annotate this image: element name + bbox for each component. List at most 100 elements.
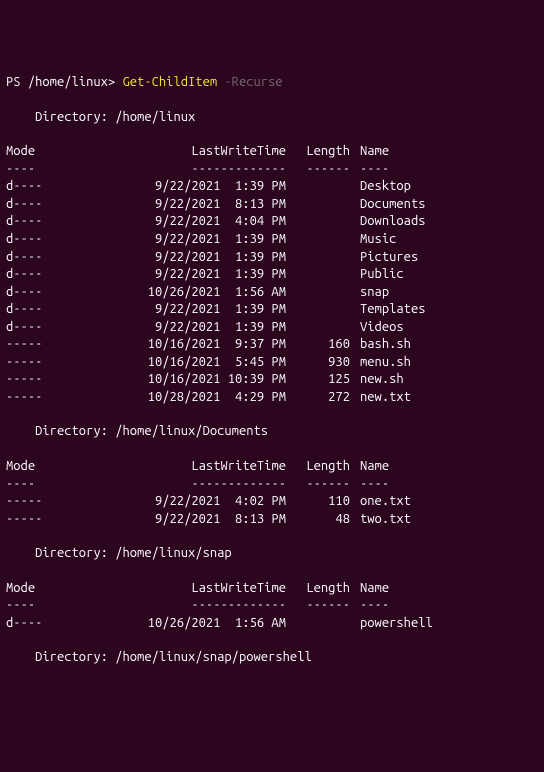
file-row: ----- 10/28/2021 4:29 PM272 new.txt: [6, 389, 538, 407]
file-name: Desktop: [360, 178, 411, 196]
file-row: d---- 9/22/2021 1:39 PM Videos: [6, 319, 538, 337]
file-mode: d----: [6, 301, 110, 319]
header-mode: Mode: [6, 458, 110, 476]
file-row: d---- 9/22/2021 8:13 PM Documents: [6, 196, 538, 214]
file-lastwritetime: 9/22/2021 1:39 PM: [110, 301, 286, 319]
file-lastwritetime: 10/16/2021 9:37 PM: [110, 336, 286, 354]
file-length: 110: [286, 493, 350, 511]
directory-label: Directory:: [6, 109, 115, 127]
prompt-line: PS /home/linux> Get-ChildItem -Recurse: [6, 74, 538, 92]
header-length: Length: [286, 458, 350, 476]
file-row: ----- 9/22/2021 4:02 PM110 one.txt: [6, 493, 538, 511]
file-name: Pictures: [360, 249, 418, 267]
file-length: 48: [286, 511, 350, 529]
directory-path: /home/linux/snap: [115, 546, 231, 560]
file-row: ----- 10/16/2021 10:39 PM125 new.sh: [6, 371, 538, 389]
header-lastwritetime: LastWriteTime: [110, 143, 286, 161]
file-lastwritetime: 10/28/2021 4:29 PM: [110, 389, 286, 407]
file-name: bash.sh: [360, 336, 411, 354]
file-length: 930: [286, 354, 350, 372]
file-lastwritetime: 9/22/2021 4:04 PM: [110, 213, 286, 231]
file-lastwritetime: 10/16/2021 5:45 PM: [110, 354, 286, 372]
header-mode: Mode: [6, 580, 110, 598]
file-lastwritetime: 10/16/2021 10:39 PM: [110, 371, 286, 389]
file-mode: d----: [6, 178, 110, 196]
file-row: d---- 9/22/2021 1:39 PM Pictures: [6, 249, 538, 267]
file-name: Templates: [360, 301, 426, 319]
file-name: powershell: [360, 615, 433, 633]
file-mode: d----: [6, 231, 110, 249]
header-name: Name: [360, 458, 389, 476]
file-row: d---- 9/22/2021 1:39 PM Desktop: [6, 178, 538, 196]
file-lastwritetime: 9/22/2021 1:39 PM: [110, 266, 286, 284]
file-lastwritetime: 9/22/2021 4:02 PM: [110, 493, 286, 511]
file-name: one.txt: [360, 493, 411, 511]
file-row: ----- 10/16/2021 9:37 PM160 bash.sh: [6, 336, 538, 354]
column-underlines: ----------------------- ----: [6, 476, 538, 494]
file-mode: d----: [6, 284, 110, 302]
file-lastwritetime: 9/22/2021 8:13 PM: [110, 196, 286, 214]
file-lastwritetime: 9/22/2021 1:39 PM: [110, 231, 286, 249]
file-mode: -----: [6, 511, 110, 529]
file-row: ----- 9/22/2021 8:13 PM48 two.txt: [6, 511, 538, 529]
column-headers: ModeLastWriteTimeLength Name: [6, 580, 538, 598]
directory-path: /home/linux/Documents: [115, 424, 268, 438]
file-mode: d----: [6, 266, 110, 284]
file-mode: d----: [6, 249, 110, 267]
directory-path: /home/linux/snap/powershell: [115, 650, 312, 664]
column-headers: ModeLastWriteTimeLength Name: [6, 143, 538, 161]
file-mode: -----: [6, 371, 110, 389]
file-mode: d----: [6, 213, 110, 231]
file-name: Music: [360, 231, 396, 249]
command-arg: -Recurse: [224, 75, 282, 89]
file-lastwritetime: 10/26/2021 1:56 AM: [110, 615, 286, 633]
file-lastwritetime: 10/26/2021 1:56 AM: [110, 284, 286, 302]
file-length: 272: [286, 389, 350, 407]
file-mode: -----: [6, 389, 110, 407]
file-lastwritetime: 9/22/2021 8:13 PM: [110, 511, 286, 529]
file-mode: -----: [6, 354, 110, 372]
file-row: d---- 10/26/2021 1:56 AM powershell: [6, 615, 538, 633]
file-lastwritetime: 9/22/2021 1:39 PM: [110, 319, 286, 337]
file-mode: -----: [6, 336, 110, 354]
prompt-ps: PS: [6, 75, 28, 89]
directory-line: Directory: /home/linux/snap/powershell: [6, 649, 538, 667]
file-row: ----- 10/16/2021 5:45 PM930 menu.sh: [6, 354, 538, 372]
directory-line: Directory: /home/linux: [6, 109, 538, 127]
file-mode: d----: [6, 615, 110, 633]
file-name: two.txt: [360, 511, 411, 529]
terminal-output[interactable]: PS /home/linux> Get-ChildItem -Recurse D…: [6, 74, 538, 684]
directory-line: Directory: /home/linux/Documents: [6, 423, 538, 441]
file-name: Downloads: [360, 213, 426, 231]
header-length: Length: [286, 143, 350, 161]
command: Get-ChildItem: [122, 75, 224, 89]
file-row: d---- 10/26/2021 1:56 AM snap: [6, 284, 538, 302]
header-name: Name: [360, 143, 389, 161]
column-underlines: ----------------------- ----: [6, 597, 538, 615]
directory-label: Directory:: [6, 423, 115, 441]
file-mode: -----: [6, 493, 110, 511]
column-headers: ModeLastWriteTimeLength Name: [6, 458, 538, 476]
file-name: Documents: [360, 196, 426, 214]
file-row: d---- 9/22/2021 1:39 PM Public: [6, 266, 538, 284]
header-name: Name: [360, 580, 389, 598]
header-length: Length: [286, 580, 350, 598]
file-row: d---- 9/22/2021 4:04 PM Downloads: [6, 213, 538, 231]
prompt-path: /home/linux>: [28, 75, 123, 89]
column-underlines: ----------------------- ----: [6, 161, 538, 179]
file-mode: d----: [6, 319, 110, 337]
file-length: 160: [286, 336, 350, 354]
directory-label: Directory:: [6, 649, 115, 667]
directory-path: /home/linux: [115, 110, 195, 124]
file-lastwritetime: 9/22/2021 1:39 PM: [110, 249, 286, 267]
file-row: d---- 9/22/2021 1:39 PM Music: [6, 231, 538, 249]
file-name: snap: [360, 284, 389, 302]
header-mode: Mode: [6, 143, 110, 161]
file-mode: d----: [6, 196, 110, 214]
header-lastwritetime: LastWriteTime: [110, 580, 286, 598]
file-name: Public: [360, 266, 404, 284]
file-name: menu.sh: [360, 354, 411, 372]
directory-line: Directory: /home/linux/snap: [6, 545, 538, 563]
file-name: Videos: [360, 319, 404, 337]
file-name: new.txt: [360, 389, 411, 407]
